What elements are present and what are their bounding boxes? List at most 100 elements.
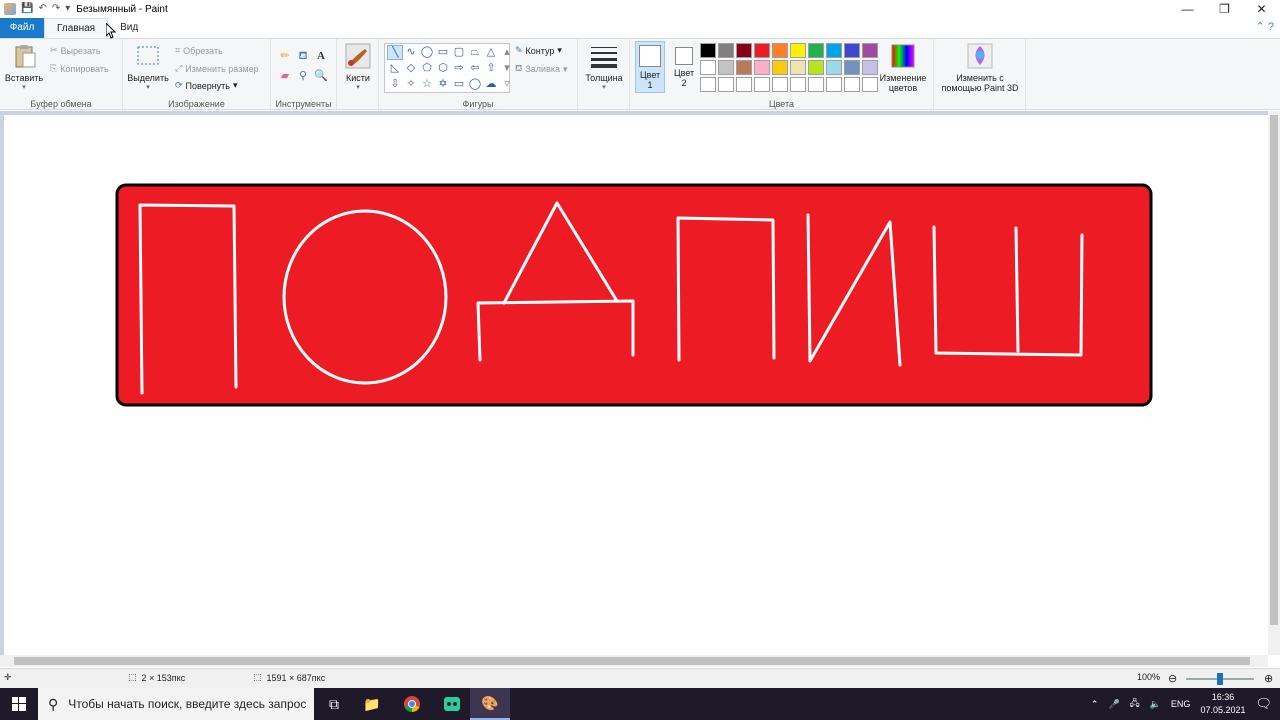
palette-swatch[interactable]: [862, 43, 878, 58]
line-shape-icon[interactable]: ╲: [387, 45, 403, 60]
brushes-dropdown-icon[interactable]: ▾: [341, 83, 375, 91]
callout-oval-shape-icon[interactable]: ◯: [468, 78, 482, 91]
star4-shape-icon[interactable]: ✧: [404, 78, 418, 91]
clock[interactable]: 16:36 07.05.2021: [1200, 691, 1245, 717]
oval-shape-icon[interactable]: ◯: [420, 46, 434, 59]
zoom-out-icon[interactable]: ⊖: [1168, 672, 1177, 685]
resize-button[interactable]: ⤢ Изменить размер: [175, 63, 259, 74]
undo-icon[interactable]: ↶: [38, 0, 46, 18]
zoom-slider-thumb[interactable]: [1217, 673, 1223, 685]
select-button[interactable]: Выделить ▾: [127, 43, 169, 91]
palette-swatch[interactable]: [790, 77, 806, 92]
palette-swatch[interactable]: [718, 60, 734, 75]
show-hidden-icons[interactable]: ⌃: [1091, 699, 1099, 710]
arrow-down-shape-icon[interactable]: ⇩: [388, 78, 402, 91]
close-button[interactable]: ✕: [1243, 0, 1280, 18]
drawing-canvas[interactable]: [4, 115, 1268, 655]
palette-swatch[interactable]: [772, 43, 788, 58]
palette-swatch[interactable]: [844, 43, 860, 58]
minimize-button[interactable]: —: [1169, 0, 1206, 18]
fill-button[interactable]: ⛾ Заливка ▾: [515, 63, 568, 75]
size-dropdown-icon[interactable]: ▾: [582, 83, 626, 91]
crop-button[interactable]: ⌗ Обрезать: [175, 45, 223, 56]
color1-button[interactable]: Цвет 1: [635, 41, 665, 93]
customize-dropdown-icon[interactable]: ▾: [65, 0, 70, 18]
pencil-icon[interactable]: ✏: [277, 49, 293, 63]
paste-dropdown-icon[interactable]: ▾: [4, 83, 44, 91]
palette-swatch[interactable]: [862, 77, 878, 92]
chrome-icon[interactable]: [392, 688, 432, 720]
palette-swatch[interactable]: [790, 60, 806, 75]
fill-bucket-icon[interactable]: ⛾: [295, 49, 311, 63]
vertical-scrollbar[interactable]: [1268, 111, 1280, 655]
volume-icon[interactable]: 🔈: [1150, 699, 1161, 710]
curve-shape-icon[interactable]: ∿: [404, 46, 418, 59]
horizontal-scroll-thumb[interactable]: [14, 657, 1250, 665]
palette-swatch[interactable]: [808, 60, 824, 75]
taskbar-search-box[interactable]: ⚲ Чтобы начать поиск, введите здесь запр…: [38, 688, 314, 720]
palette-swatch[interactable]: [826, 60, 842, 75]
text-tool-icon[interactable]: A: [313, 49, 329, 63]
language-indicator[interactable]: ENG: [1171, 699, 1191, 709]
palette-swatch[interactable]: [826, 43, 842, 58]
arrow-right-shape-icon[interactable]: ⇨: [452, 62, 466, 75]
palette-swatch[interactable]: [736, 60, 752, 75]
magnifier-icon[interactable]: 🔍: [313, 69, 329, 83]
copy-button[interactable]: ⎘ Копировать: [50, 63, 109, 74]
palette-swatch[interactable]: [754, 43, 770, 58]
color-picker-icon[interactable]: ⚲: [295, 69, 311, 83]
redo-icon[interactable]: ↷: [52, 0, 60, 18]
pentagon-shape-icon[interactable]: ⬠: [420, 62, 434, 75]
rotate-button[interactable]: ⟳ Повернуть ▾: [175, 80, 238, 91]
rounded-rectangle-shape-icon[interactable]: ▢: [452, 46, 466, 59]
diamond-shape-icon[interactable]: ◇: [404, 62, 418, 75]
star6-shape-icon[interactable]: ✡: [436, 78, 450, 91]
tab-home[interactable]: Главная: [44, 18, 109, 38]
brushes-button[interactable]: Кисти ▾: [341, 43, 375, 91]
microphone-icon[interactable]: 🎤: [1108, 699, 1119, 710]
triangle-shape-icon[interactable]: △: [484, 46, 498, 59]
zoom-in-icon[interactable]: ⊕: [1264, 672, 1273, 685]
arrow-left-shape-icon[interactable]: ⇦: [468, 62, 482, 75]
size-button[interactable]: Толщина ▾: [582, 43, 626, 91]
task-view-icon[interactable]: ⧉: [314, 688, 354, 720]
palette-swatch[interactable]: [754, 60, 770, 75]
arrow-up-shape-icon[interactable]: ⇧: [484, 62, 498, 75]
notifications-icon[interactable]: 🗨: [1255, 696, 1272, 712]
eraser-icon[interactable]: ▰: [277, 69, 293, 83]
palette-swatch[interactable]: [754, 77, 770, 92]
paint3d-button[interactable]: Изменить с помощью Paint 3D: [938, 43, 1022, 93]
edit-colors-button[interactable]: Изменение цветов: [878, 43, 928, 93]
callout-rect-shape-icon[interactable]: ▭: [452, 78, 466, 91]
paste-button[interactable]: Вставить ▾: [4, 43, 44, 91]
palette-swatch[interactable]: [718, 77, 734, 92]
paint-taskbar-icon[interactable]: 🎨: [470, 688, 510, 720]
outline-button[interactable]: ✎ Контур ▾: [515, 45, 562, 56]
palette-swatch[interactable]: [700, 77, 716, 92]
palette-swatch[interactable]: [718, 43, 734, 58]
palette-swatch[interactable]: [736, 77, 752, 92]
tab-file[interactable]: Файл: [0, 18, 44, 38]
star5-shape-icon[interactable]: ☆: [420, 78, 434, 91]
select-dropdown-icon[interactable]: ▾: [127, 83, 169, 91]
palette-swatch[interactable]: [772, 77, 788, 92]
shapes-more-icon[interactable]: ▿: [500, 78, 514, 91]
minimize-ribbon-icon[interactable]: ⌃: [1256, 21, 1265, 33]
palette-swatch[interactable]: [844, 77, 860, 92]
palette-swatch[interactable]: [808, 43, 824, 58]
polygon-shape-icon[interactable]: ⏢: [468, 46, 482, 59]
color2-button[interactable]: Цвет 2: [669, 41, 699, 93]
palette-swatch[interactable]: [790, 43, 806, 58]
shapes-scroll-down-icon[interactable]: ▾: [500, 62, 514, 75]
palette-swatch[interactable]: [826, 77, 842, 92]
recorder-app-icon[interactable]: [432, 688, 472, 720]
palette-swatch[interactable]: [844, 60, 860, 75]
callout-cloud-shape-icon[interactable]: ☁: [484, 78, 498, 91]
start-button[interactable]: [0, 688, 38, 720]
palette-swatch[interactable]: [700, 60, 716, 75]
right-triangle-shape-icon[interactable]: ◺: [388, 62, 402, 75]
help-icon[interactable]: ?: [1268, 21, 1274, 33]
horizontal-scrollbar[interactable]: [0, 655, 1268, 667]
vertical-scroll-thumb[interactable]: [1270, 115, 1278, 625]
rectangle-shape-icon[interactable]: ▭: [436, 46, 450, 59]
